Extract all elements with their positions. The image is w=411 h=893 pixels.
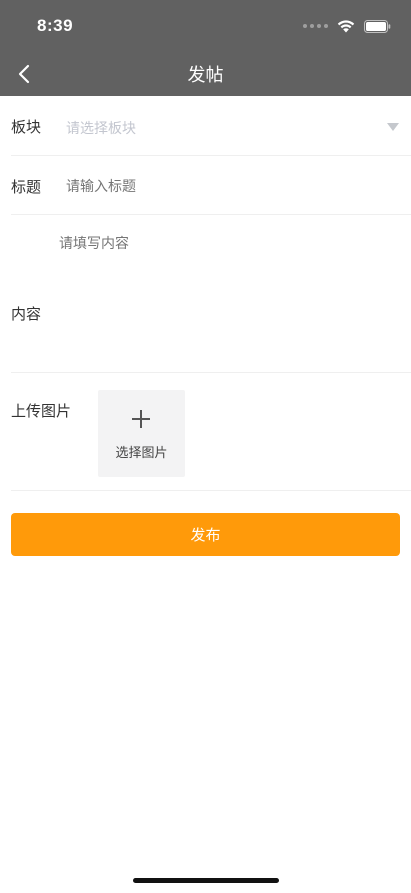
content-label: 内容 — [11, 305, 42, 323]
title-input[interactable] — [66, 178, 247, 194]
caret-down-icon[interactable] — [387, 123, 399, 131]
image-row: 上传图片 选择图片 — [11, 373, 411, 491]
plus-icon — [132, 410, 150, 428]
status-icons — [303, 17, 391, 35]
signal-icon — [303, 24, 328, 28]
page-title: 发帖 — [187, 65, 224, 86]
board-row[interactable]: 板块 请选择板块 — [11, 96, 411, 156]
post-screen: 8:39 发帖 板块 请选择板块 标题 请输入标题 内容 请填写内容 上传图片 … — [0, 0, 411, 893]
select-image-label: 选择图片 — [115, 446, 168, 461]
wifi-icon — [337, 20, 355, 33]
header: 8:39 发帖 — [0, 0, 411, 96]
board-label: 板块 — [11, 118, 42, 136]
home-indicator — [133, 878, 279, 883]
select-image-button[interactable]: 选择图片 — [98, 390, 185, 477]
image-label: 上传图片 — [11, 402, 72, 420]
battery-icon — [364, 19, 391, 33]
status-time: 8:39 — [37, 16, 74, 35]
board-select[interactable]: 请选择板块 — [66, 118, 136, 138]
content-textarea[interactable] — [59, 233, 389, 353]
title-label: 标题 — [11, 178, 42, 196]
content-row: 内容 — [11, 215, 411, 373]
title-row: 标题 — [11, 156, 411, 215]
post-form: 板块 请选择板块 标题 内容 上传图片 选择图片 — [0, 96, 411, 491]
publish-button[interactable]: 发布 — [11, 513, 400, 556]
